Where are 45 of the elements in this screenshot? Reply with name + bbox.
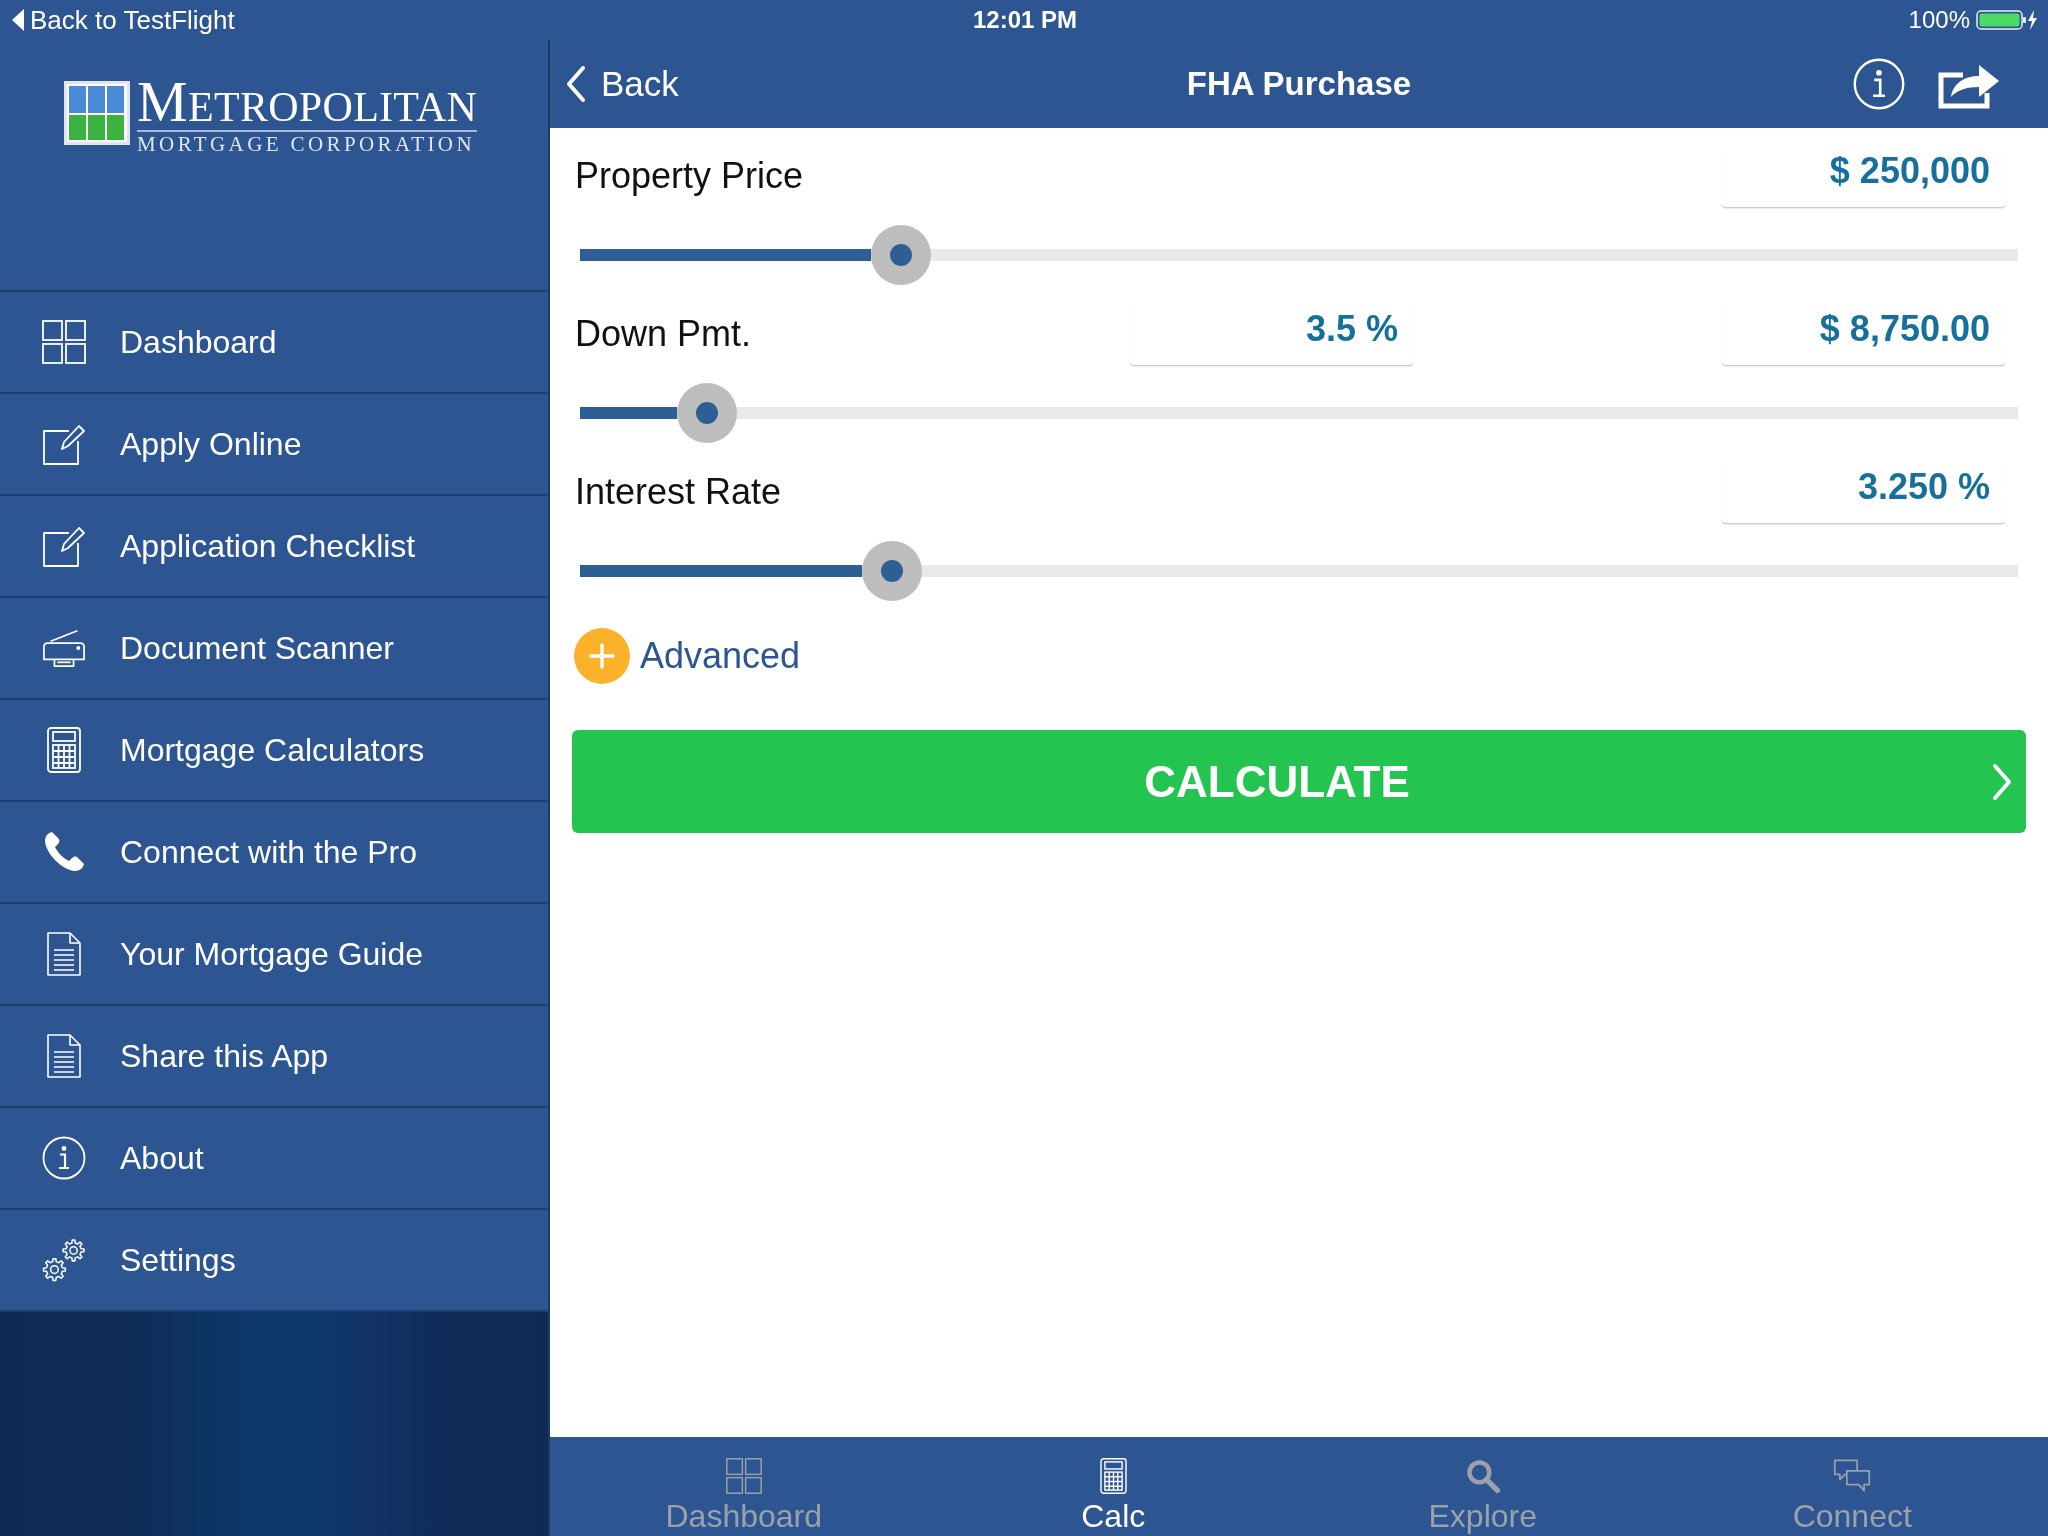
back-triangle-icon [12, 9, 24, 31]
field-label: Down Pmt. [575, 313, 753, 355]
calculator-icon [47, 727, 81, 773]
phone-icon [42, 830, 86, 874]
edit-icon [42, 524, 86, 568]
chevron-left-icon [565, 65, 587, 103]
battery-percent: 100% [1908, 5, 1970, 35]
status-time: 12:01 PM [972, 5, 1078, 35]
chevron-right-icon [1991, 761, 2013, 802]
grid-icon [725, 1458, 762, 1494]
value-field[interactable]: 3.250 % [1721, 461, 2006, 523]
info-icon [42, 1136, 86, 1180]
sidebar-menu-item[interactable]: Document Scanner [0, 598, 548, 700]
value-field[interactable]: 3.5 % [1129, 303, 1414, 365]
document-icon [47, 932, 81, 976]
plus-icon [574, 628, 630, 684]
advanced-button[interactable]: Advanced [572, 628, 801, 684]
info-icon[interactable] [1853, 58, 1905, 110]
back-button[interactable]: Back [565, 64, 679, 104]
sidebar-menu-item[interactable]: Share this App [0, 1006, 548, 1108]
chat-bubbles-icon [1833, 1458, 1872, 1494]
back-to-testflight-link[interactable]: Back to TestFlight [12, 5, 235, 35]
sidebar-menu-item[interactable]: About [0, 1108, 548, 1210]
grid-icon [42, 320, 86, 364]
calculator-icon [1099, 1458, 1127, 1494]
edit-icon [42, 422, 86, 466]
search-icon [1464, 1458, 1501, 1494]
gears-icon [42, 1237, 86, 1283]
logo-title: METROPOLITAN [137, 81, 478, 128]
logo-grid-icon [64, 81, 130, 145]
value-field[interactable]: $ 250,000 [1721, 145, 2006, 207]
sidebar-menu-item[interactable]: Your Mortgage Guide [0, 904, 548, 1006]
field-label: Property Price [575, 155, 805, 197]
sidebar-menu-item[interactable]: Apply Online [0, 394, 548, 496]
sidebar-menu-item[interactable]: Dashboard [0, 292, 548, 394]
battery-charging-icon [1976, 9, 2038, 31]
value-field[interactable]: $ 8,750.00 [1721, 303, 2006, 365]
tab[interactable]: Calc [928, 1437, 1298, 1536]
document-icon [47, 1034, 81, 1078]
sidebar-menu-item[interactable]: Connect with the Pro [0, 802, 548, 904]
sidebar-menu-item[interactable]: Mortgage Calculators [0, 700, 548, 802]
logo-subtitle: MORTGAGE CORPORATION [137, 134, 476, 155]
field-label: Interest Rate [575, 471, 783, 513]
sidebar-menu-item[interactable]: Application Checklist [0, 496, 548, 598]
page-title: FHA Purchase [1186, 65, 1412, 103]
